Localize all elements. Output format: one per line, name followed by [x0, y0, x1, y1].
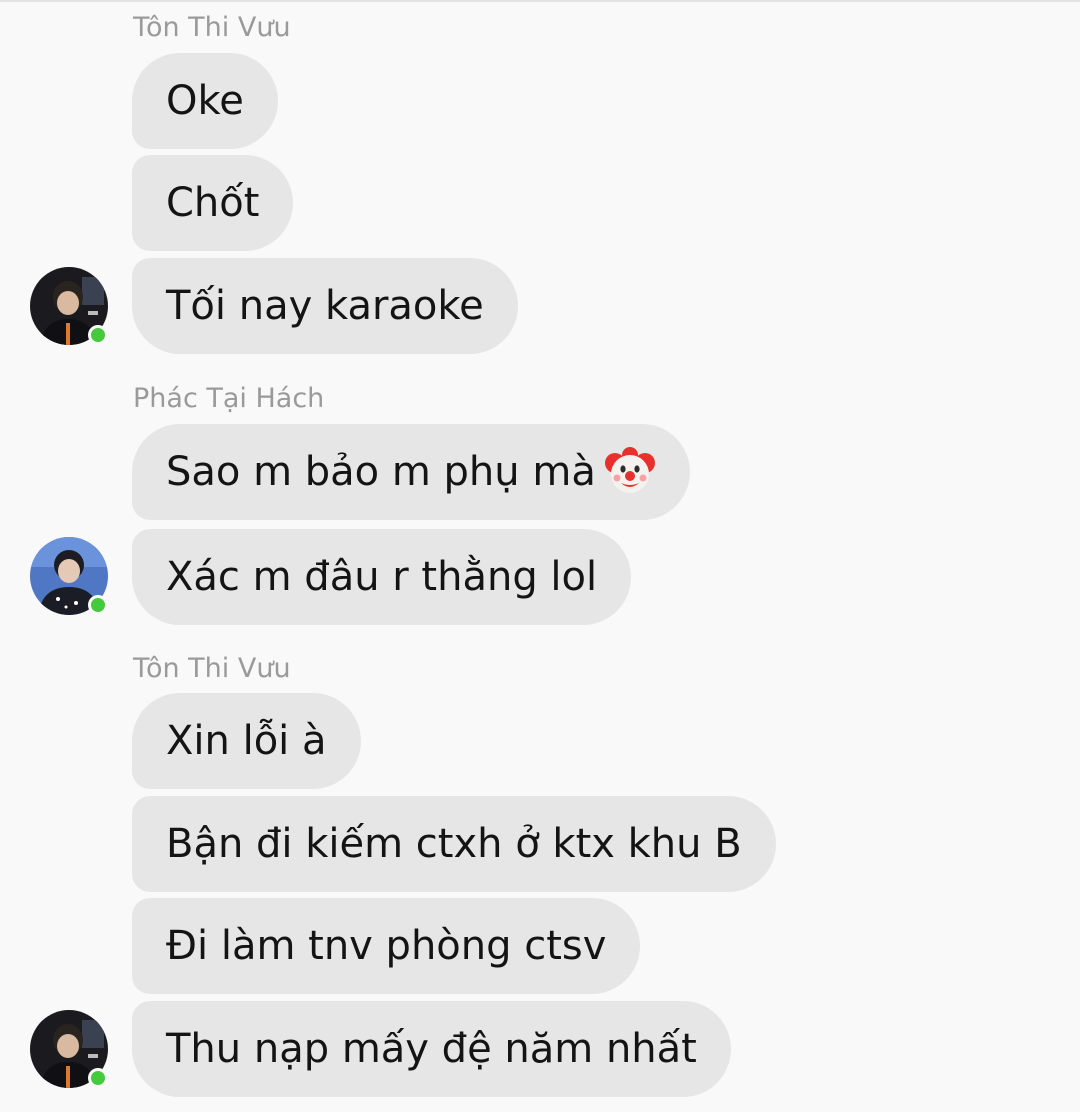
message-bubble[interactable]: Xin lỗi à — [132, 693, 361, 789]
message-text: Chốt — [166, 180, 260, 226]
sender-name: Phác Tại Hách — [133, 383, 325, 414]
message-bubble[interactable]: Thu nạp mấy đệ năm nhất — [132, 1001, 731, 1097]
sender-name: Tôn Thi Vưu — [133, 12, 291, 43]
message-text: Xác m đâu r thằng lol — [166, 554, 598, 600]
message-text: Xin lỗi à — [166, 718, 327, 764]
avatar[interactable] — [30, 537, 108, 615]
message-text: Oke — [166, 78, 244, 124]
sender-name: Tôn Thi Vưu — [133, 653, 291, 684]
message-bubble[interactable]: Oke — [132, 53, 278, 149]
message-text: Thu nạp mấy đệ năm nhất — [166, 1026, 697, 1072]
top-divider — [0, 0, 1080, 2]
online-status-indicator — [88, 1068, 108, 1088]
message-bubble[interactable]: Xác m đâu r thằng lol — [132, 529, 632, 625]
message-text: Sao m bảo m phụ mà — [166, 449, 596, 495]
avatar[interactable] — [30, 1010, 108, 1088]
message-bubble[interactable]: Đi làm tnv phòng ctsv — [132, 898, 641, 994]
avatar[interactable] — [30, 267, 108, 345]
online-status-indicator — [88, 595, 108, 615]
clown-face-emoji — [604, 447, 655, 493]
message-text: Đi làm tnv phòng ctsv — [166, 923, 607, 969]
message-bubble[interactable]: Sao m bảo m phụ mà — [132, 424, 690, 520]
online-status-indicator — [88, 325, 108, 345]
message-text: Tối nay karaoke — [166, 283, 484, 329]
message-bubble[interactable]: Bận đi kiếm ctxh ở ktx khu B — [132, 796, 776, 892]
message-text: Bận đi kiếm ctxh ở ktx khu B — [166, 821, 742, 867]
message-bubble[interactable]: Chốt — [132, 155, 294, 251]
message-bubble[interactable]: Tối nay karaoke — [132, 258, 518, 354]
